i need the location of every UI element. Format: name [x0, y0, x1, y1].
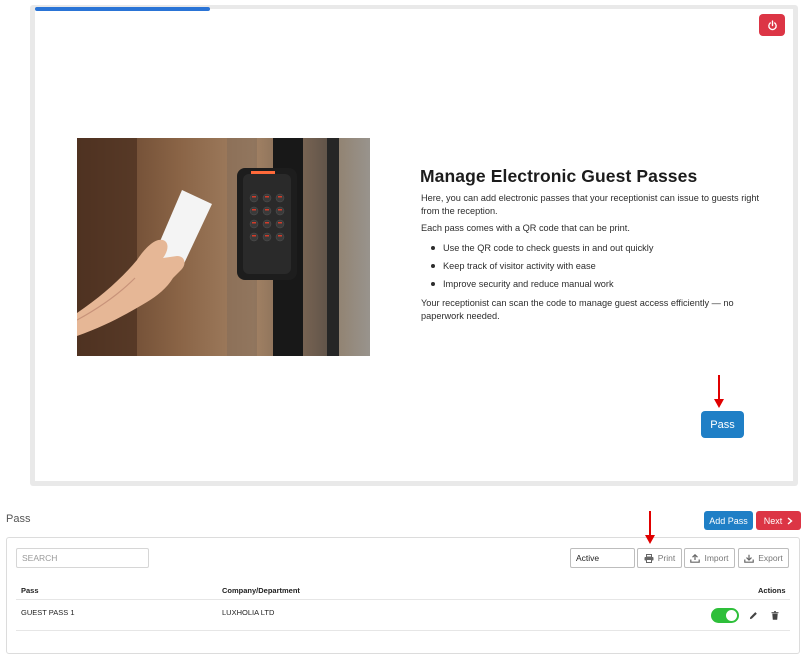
trash-icon: [771, 611, 779, 620]
next-button-label: Next: [763, 515, 783, 526]
import-label: Import: [704, 553, 729, 563]
onboarding-title: Manage Electronic Guest Passes: [420, 166, 698, 186]
onboarding-paragraph: Each pass comes with a QR code that can …: [421, 223, 630, 233]
pass-button[interactable]: Pass: [701, 411, 744, 438]
close-tour-button[interactable]: [759, 14, 785, 36]
onboarding-bullet-list: Use the QR code to check guests in and o…: [421, 239, 773, 293]
onboarding-bullet: Keep track of visitor activity with ease: [421, 257, 773, 275]
status-filter-select[interactable]: Active: [570, 548, 635, 568]
column-header-pass: Pass: [21, 586, 39, 595]
column-header-actions: Actions: [758, 586, 786, 595]
printer-icon: [644, 553, 654, 563]
add-pass-button[interactable]: Add Pass: [704, 511, 753, 530]
edit-button[interactable]: [747, 609, 759, 622]
power-icon: [767, 19, 777, 30]
onboarding-paragraph: Here, you can add electronic passes that…: [421, 193, 760, 216]
download-icon: [744, 554, 755, 563]
status-filter-value: Active: [576, 553, 600, 563]
onboarding-body: Here, you can add electronic passes that…: [421, 192, 773, 327]
arrow-down-icon: [714, 375, 724, 408]
table-divider: [16, 630, 790, 631]
table-divider: [16, 599, 790, 600]
onboarding-bullet: Use the QR code to check guests in and o…: [421, 239, 773, 257]
print-button[interactable]: Print: [637, 548, 682, 568]
cell-pass: GUEST PASS 1: [21, 608, 75, 617]
toggle-knob: [726, 610, 737, 621]
delete-button[interactable]: [769, 609, 781, 622]
pencil-icon: [749, 612, 757, 620]
active-toggle[interactable]: [711, 608, 739, 623]
print-label: Print: [657, 553, 676, 563]
chevron-right-icon: [787, 516, 793, 525]
onboarding-paragraph: Your receptionist can scan the code to m…: [421, 298, 734, 321]
export-button[interactable]: Export: [738, 548, 789, 568]
upload-icon: [690, 553, 701, 563]
onboarding-bullet: Improve security and reduce manual work: [421, 275, 773, 293]
search-input[interactable]: [16, 548, 149, 568]
hero-image: [77, 138, 370, 356]
cell-company: LUXHOLIA LTD: [222, 608, 275, 617]
arrow-down-icon: [645, 511, 655, 544]
next-button[interactable]: Next: [756, 511, 801, 530]
column-header-company: Company/Department: [222, 586, 300, 595]
onboarding-progress-bar: [35, 7, 210, 11]
import-button[interactable]: Import: [684, 548, 735, 568]
export-label: Export: [758, 553, 783, 563]
page-title: Pass: [6, 513, 31, 525]
